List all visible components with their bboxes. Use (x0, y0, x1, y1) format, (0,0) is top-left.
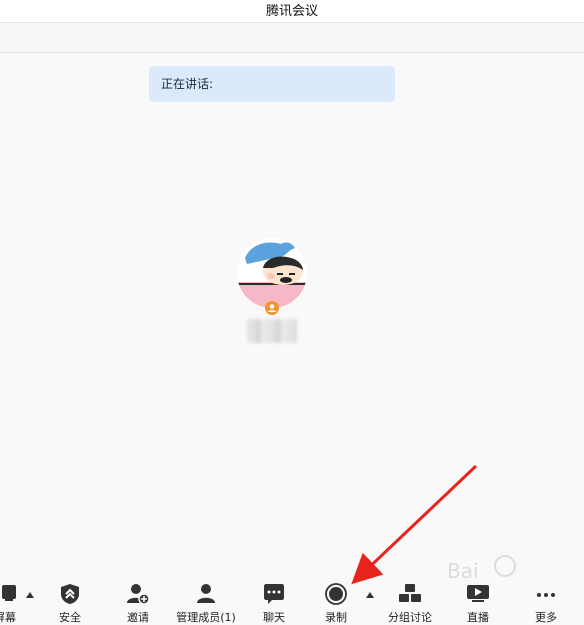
toolbar-label-chat: 聊天 (263, 611, 285, 624)
shield-icon (61, 584, 79, 604)
toolbar-label-breakout: 分组讨论 (388, 611, 432, 624)
toolbar-breakout[interactable]: 分组讨论 (384, 575, 436, 625)
toolbar-chat[interactable]: 聊天 (252, 575, 296, 625)
toolbar-live[interactable]: 直播 (456, 575, 500, 625)
toolbar-security[interactable]: 安全 (48, 575, 92, 625)
share-screen-icon (2, 585, 16, 601)
toolbar-manage-members[interactable]: 管理成员(1) (172, 575, 240, 625)
record-caret-icon[interactable] (366, 592, 374, 598)
add-user-icon (127, 584, 149, 605)
toolbar-label-record: 录制 (325, 611, 347, 624)
toolbar-share-screen[interactable]: 屏幕 (0, 575, 32, 625)
toolbar-invite[interactable]: 邀请 (116, 575, 160, 625)
toolbar-label-more: 更多 (535, 611, 557, 624)
toolbar-label-live: 直播 (467, 611, 489, 624)
toolbar-label-manage-members: 管理成员(1) (176, 611, 236, 624)
chat-icon (264, 584, 284, 604)
members-icon (197, 584, 215, 603)
toolbar-label-security: 安全 (59, 611, 81, 624)
live-icon (467, 585, 489, 602)
bottom-toolbar: 屏幕 安全 邀请 管理成员(1) 聊天 (0, 575, 584, 625)
annotation-arrow (351, 464, 478, 585)
toolbar-more[interactable]: 更多 (524, 575, 568, 625)
toolbar-label-invite: 邀请 (127, 611, 149, 624)
more-icon (537, 593, 555, 597)
toolbar-label-share-screen: 屏幕 (0, 611, 16, 624)
record-icon (325, 583, 347, 605)
breakout-icon (399, 584, 421, 602)
toolbar-record[interactable]: 录制 (314, 575, 358, 625)
share-screen-caret-icon[interactable] (26, 592, 34, 598)
